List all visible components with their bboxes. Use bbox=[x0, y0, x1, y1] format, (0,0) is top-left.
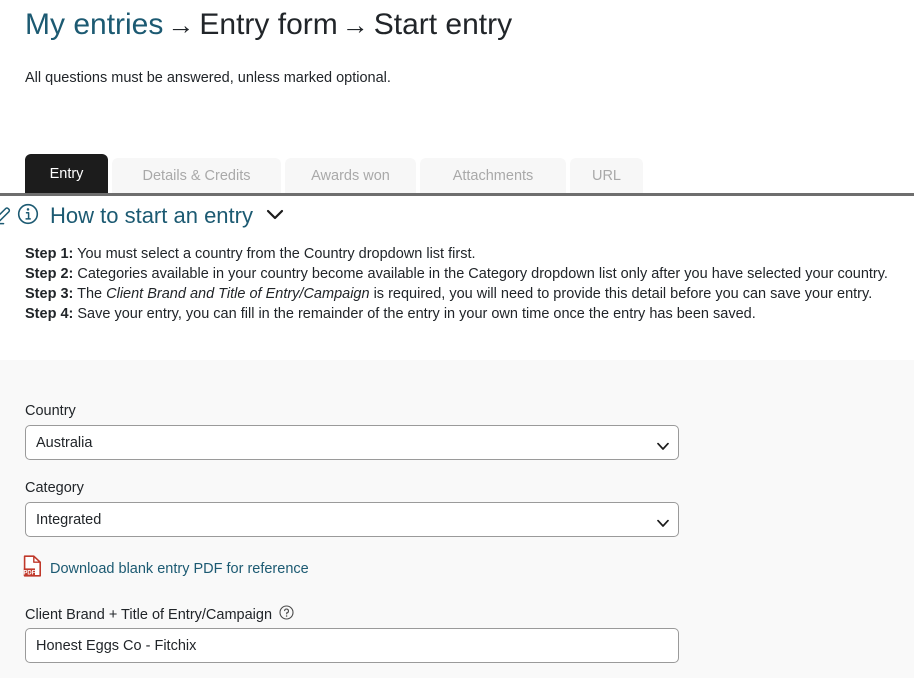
breadcrumb-separator-1: → bbox=[167, 10, 195, 40]
breadcrumb-item-start-entry: Start entry bbox=[373, 8, 513, 41]
howto-step-2: Step 2: Categories available in your cou… bbox=[25, 264, 914, 284]
tab-bottom-rule bbox=[0, 193, 914, 196]
download-pdf-row[interactable]: PDF Download blank entry PDF for referen… bbox=[23, 555, 309, 582]
howto-step-4: Step 4: Save your entry, you can fill in… bbox=[25, 304, 914, 324]
breadcrumb: My entries → Entry form → Start entry bbox=[25, 5, 512, 45]
tab-details-credits[interactable]: Details & Credits bbox=[112, 158, 281, 193]
category-select-wrapper[interactable] bbox=[25, 502, 679, 537]
info-circle-icon[interactable] bbox=[16, 202, 40, 231]
svg-text:PDF: PDF bbox=[23, 570, 35, 576]
tab-attachments-label: Attachments bbox=[452, 167, 534, 184]
country-select-wrapper[interactable] bbox=[25, 425, 679, 460]
breadcrumb-link-my-entries[interactable]: My entries bbox=[25, 8, 163, 41]
breadcrumb-item-entry-form: Entry form bbox=[199, 8, 338, 41]
chevron-down-icon[interactable] bbox=[264, 203, 286, 230]
howto-step-1-label: Step 1: bbox=[25, 246, 74, 262]
howto-step-3-label: Step 3: bbox=[25, 286, 74, 302]
pdf-file-icon: PDF bbox=[23, 555, 42, 582]
howto-step-1-text: You must select a country from the Count… bbox=[73, 246, 476, 262]
client-brand-input[interactable] bbox=[25, 628, 679, 663]
tab-awards-won[interactable]: Awards won bbox=[285, 158, 416, 193]
howto-steps: Step 1: You must select a country from t… bbox=[0, 244, 914, 324]
howto-step-4-label: Step 4: bbox=[25, 306, 74, 322]
howto-step-3-emphasis: Client Brand and Title of Entry/Campaign bbox=[106, 286, 370, 302]
question-circle-icon[interactable] bbox=[279, 605, 294, 625]
howto-step-2-text: Categories available in your country bec… bbox=[73, 266, 888, 282]
breadcrumb-separator-2: → bbox=[341, 10, 369, 40]
pencil-icon[interactable] bbox=[0, 203, 14, 230]
client-brand-label-row: Client Brand + Title of Entry/Campaign bbox=[25, 605, 294, 625]
category-label: Category bbox=[25, 480, 84, 496]
download-pdf-link[interactable]: Download blank entry PDF for reference bbox=[50, 561, 309, 577]
howto-header[interactable]: How to start an entry bbox=[0, 197, 914, 235]
howto-step-2-label: Step 2: bbox=[25, 266, 74, 282]
tab-entry[interactable]: Entry bbox=[25, 154, 108, 193]
tab-awards-won-label: Awards won bbox=[311, 167, 390, 184]
howto-step-1: Step 1: You must select a country from t… bbox=[25, 244, 914, 264]
country-select[interactable] bbox=[25, 425, 679, 460]
howto-step-4-text: Save your entry, you can fill in the rem… bbox=[73, 306, 756, 322]
tab-bar: Entry Details & Credits Awards won Attac… bbox=[0, 154, 914, 196]
howto-panel: How to start an entry Step 1: You must s… bbox=[0, 197, 914, 324]
tab-attachments[interactable]: Attachments bbox=[420, 158, 566, 193]
category-select[interactable] bbox=[25, 502, 679, 537]
intro-text: All questions must be answered, unless m… bbox=[25, 70, 391, 86]
tab-entry-label: Entry bbox=[49, 165, 84, 182]
howto-step-3: Step 3: The Client Brand and Title of En… bbox=[25, 284, 914, 304]
howto-step-3-text: The bbox=[73, 286, 107, 302]
tab-details-credits-label: Details & Credits bbox=[142, 167, 251, 184]
client-brand-label: Client Brand + Title of Entry/Campaign bbox=[25, 607, 273, 623]
tab-url[interactable]: URL bbox=[570, 158, 643, 193]
page-root: My entries → Entry form → Start entry All qu… bbox=[0, 0, 914, 678]
howto-step-3-text-after: is required, you will need to provide th… bbox=[369, 286, 873, 302]
howto-title: How to start an entry bbox=[50, 203, 253, 228]
entry-form-panel: Country Category bbox=[0, 360, 914, 678]
tab-url-label: URL bbox=[591, 167, 621, 184]
country-label: Country bbox=[25, 403, 76, 419]
